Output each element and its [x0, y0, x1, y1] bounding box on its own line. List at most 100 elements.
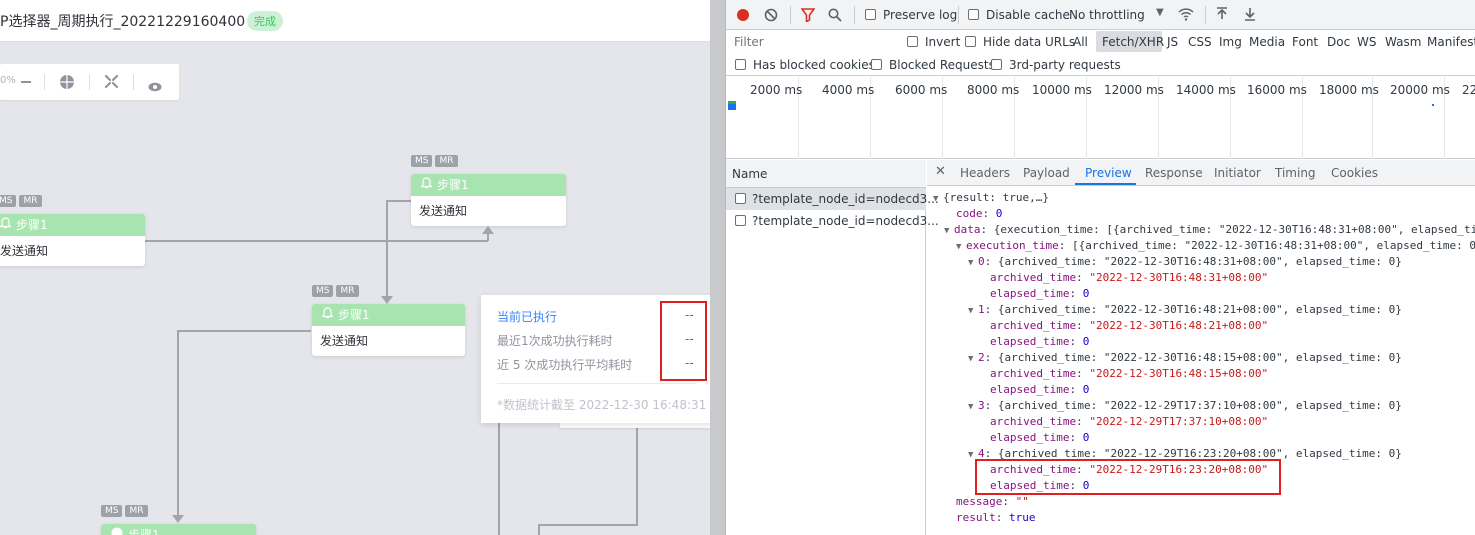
type-filter-media[interactable]: Media: [1249, 35, 1285, 49]
expand-arrow-icon[interactable]: ▼: [968, 255, 978, 271]
type-filter-wasm[interactable]: Wasm: [1385, 35, 1421, 49]
tab-initiator[interactable]: Initiator: [1214, 166, 1261, 180]
type-filter-all[interactable]: All: [1073, 35, 1088, 49]
tab-headers[interactable]: Headers: [960, 166, 1010, 180]
disable-cache-checkbox[interactable]: [968, 9, 979, 20]
blocked-cookies-label[interactable]: Has blocked cookies: [753, 58, 875, 72]
name-column-header[interactable]: Name: [726, 160, 926, 188]
export-icon[interactable]: [1243, 7, 1257, 24]
node-title: 步骤1: [338, 308, 370, 322]
json-line[interactable]: ▼ 3: {archived_time: "2022-12-29T17:37:10…: [968, 398, 1402, 415]
stat-label: 近 5 次成功执行平均耗时: [497, 358, 633, 372]
flow-edge: [177, 330, 179, 516]
arrow-down-icon: [381, 296, 393, 304]
node-header: 步骤1: [0, 214, 145, 236]
json-key: result: [956, 511, 996, 524]
toolbar-divider: [958, 6, 959, 24]
flow-node[interactable]: 步骤1: [101, 524, 256, 535]
expand-arrow-icon[interactable]: ▼: [968, 399, 978, 415]
json-line[interactable]: ▼ execution_time: [{archived_time: "2022-…: [956, 238, 1475, 255]
expand-arrow-icon[interactable]: ▼: [968, 303, 978, 319]
request-row[interactable]: ?template_node_id=nodecd3...: [726, 210, 939, 232]
throttling-select[interactable]: No throttling: [1069, 8, 1145, 22]
timeline-label: 22: [1462, 83, 1475, 97]
filter-input[interactable]: [730, 33, 894, 51]
stat-label: 当前已执行: [497, 310, 558, 324]
eye-icon[interactable]: [148, 77, 162, 96]
node-tags: MS MR: [312, 285, 359, 297]
json-root[interactable]: ▼ {result: true,…}: [933, 190, 1049, 207]
record-icon[interactable]: [736, 8, 750, 25]
type-filter-doc[interactable]: Doc: [1327, 35, 1350, 49]
hide-data-urls-checkbox[interactable]: [965, 36, 976, 47]
task-title: P选择器_周期执行_20221229160400: [0, 14, 246, 30]
json-key: archived_time: [990, 367, 1077, 380]
request-row[interactable]: ?template_node_id=nodecd3...: [726, 188, 939, 210]
json-value: true: [1009, 511, 1036, 524]
network-conditions-icon[interactable]: [1178, 7, 1194, 24]
locate-icon[interactable]: [59, 74, 75, 94]
flow-node[interactable]: 步骤1 发送通知: [312, 304, 465, 356]
json-value: "": [1015, 495, 1029, 508]
type-filter-css[interactable]: CSS: [1188, 35, 1212, 49]
stat-label: 最近1次成功执行耗时: [497, 334, 613, 348]
node-body: 发送通知: [419, 204, 468, 218]
json-line[interactable]: ▼ 2: {archived_time: "2022-12-30T16:48:15…: [968, 350, 1402, 367]
json-line[interactable]: ▼ 0: {archived_time: "2022-12-30T16:48:31…: [968, 254, 1402, 271]
clear-icon[interactable]: [764, 8, 778, 25]
blocked-requests-label[interactable]: Blocked Requests: [889, 58, 995, 72]
type-filter-fetch-xhr[interactable]: Fetch/XHR: [1102, 35, 1164, 49]
tab-timing[interactable]: Timing: [1275, 166, 1316, 180]
type-filter-js[interactable]: JS: [1167, 35, 1178, 49]
tab-preview[interactable]: Preview: [1085, 166, 1132, 180]
third-party-label[interactable]: 3rd-party requests: [1009, 58, 1121, 72]
request-name[interactable]: ?template_node_id=nodecd3...: [752, 210, 939, 232]
invert-checkbox[interactable]: [907, 36, 918, 47]
type-filter-manifest[interactable]: Manifest: [1427, 35, 1475, 49]
json-line[interactable]: ▼ data: {execution_time: [{archived_time:…: [944, 222, 1475, 239]
type-filter-ws[interactable]: WS: [1357, 35, 1376, 49]
request-name[interactable]: ?template_node_id=nodecd3...: [752, 188, 939, 210]
json-key: 3: [978, 399, 985, 412]
blocked-cookies-checkbox[interactable]: [735, 59, 746, 70]
preserve-log-label[interactable]: Preserve log: [883, 8, 957, 22]
import-icon[interactable]: [1215, 7, 1229, 24]
chevron-down-icon[interactable]: ▼: [1156, 7, 1164, 18]
search-icon[interactable]: [828, 8, 842, 25]
expand-arrow-icon[interactable]: ▼: [933, 191, 943, 207]
tab-response[interactable]: Response: [1145, 166, 1203, 180]
invert-label[interactable]: Invert: [925, 35, 960, 49]
type-filter-img[interactable]: Img: [1219, 35, 1242, 49]
fit-screen-icon[interactable]: [104, 74, 119, 93]
tag-ms: MS: [312, 285, 334, 297]
network-timeline[interactable]: 2000 ms 4000 ms 6000 ms 8000 ms 10000 ms…: [726, 77, 1475, 159]
flow-canvas[interactable]: P选择器_周期执行_20221229160400 完成 0% MS MR 步骤1…: [0, 0, 710, 535]
filter-icon[interactable]: [800, 8, 816, 25]
disable-cache-label[interactable]: Disable cache: [986, 8, 1070, 22]
timeline-label: 18000 ms: [1319, 83, 1379, 97]
expand-arrow-icon[interactable]: ▼: [968, 351, 978, 367]
hide-data-urls-label[interactable]: Hide data URLs: [983, 35, 1075, 49]
json-summary: [{archived_time: "2022-12-30T16:48:31+08…: [1071, 239, 1475, 252]
tab-payload[interactable]: Payload: [1023, 166, 1070, 180]
third-party-checkbox[interactable]: [991, 59, 1002, 70]
json-line[interactable]: ▼ 1: {archived_time: "2022-12-30T16:48:21…: [968, 302, 1402, 319]
expand-arrow-icon[interactable]: ▼: [944, 223, 954, 239]
request-checkbox[interactable]: [735, 215, 746, 226]
flow-node[interactable]: 步骤1 发送通知: [0, 214, 145, 266]
panel-splitter[interactable]: [710, 0, 726, 535]
preserve-log-checkbox[interactable]: [865, 9, 876, 20]
flow-edge: [498, 420, 500, 535]
close-icon[interactable]: ✕: [935, 164, 946, 179]
flow-node[interactable]: 步骤1 发送通知: [411, 174, 566, 226]
type-filter-font[interactable]: Font: [1292, 35, 1318, 49]
zoom-out-icon[interactable]: [21, 81, 31, 83]
bell-icon: [420, 174, 433, 196]
tag-ms: MS: [0, 195, 17, 207]
blocked-requests-checkbox[interactable]: [871, 59, 882, 70]
request-checkbox[interactable]: [735, 193, 746, 204]
timeline-label: 10000 ms: [1032, 83, 1092, 97]
detail-tabs: ✕ Headers Payload Preview Response Initi…: [927, 160, 1475, 186]
expand-arrow-icon[interactable]: ▼: [956, 239, 966, 255]
tab-cookies[interactable]: Cookies: [1331, 166, 1378, 180]
